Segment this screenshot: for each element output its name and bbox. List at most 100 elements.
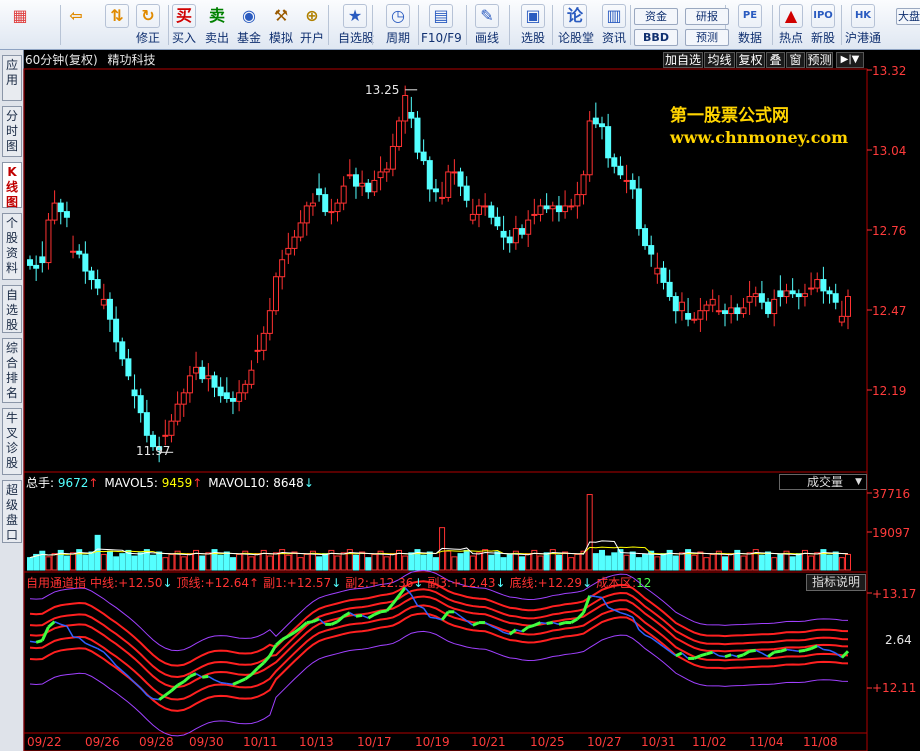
candle[interactable] [752, 286, 759, 307]
candle[interactable] [439, 181, 446, 205]
candle[interactable] [254, 334, 261, 364]
candle[interactable] [316, 173, 323, 202]
candle[interactable] [396, 116, 403, 151]
candle[interactable] [119, 337, 126, 366]
candle[interactable] [506, 230, 513, 253]
candle[interactable] [740, 297, 747, 318]
candle[interactable] [721, 303, 728, 327]
candle[interactable] [672, 292, 679, 324]
candle[interactable] [703, 300, 710, 321]
candle[interactable] [838, 300, 845, 327]
candle[interactable] [845, 289, 851, 330]
candle[interactable] [383, 162, 390, 182]
candle[interactable] [463, 176, 470, 208]
candle[interactable] [168, 414, 175, 443]
candle[interactable] [162, 419, 169, 446]
candle[interactable] [580, 170, 587, 205]
candle[interactable] [512, 215, 519, 250]
candle[interactable] [820, 266, 827, 304]
candle[interactable] [678, 292, 685, 321]
candle[interactable] [389, 133, 396, 177]
candle[interactable] [494, 207, 501, 230]
candle[interactable] [562, 190, 569, 219]
candle[interactable] [229, 391, 236, 415]
candle[interactable] [260, 326, 267, 361]
candle[interactable] [777, 275, 784, 307]
candle[interactable] [143, 399, 150, 443]
candle[interactable] [586, 111, 593, 182]
candle[interactable] [303, 201, 310, 236]
candle[interactable] [543, 193, 550, 214]
candle[interactable] [758, 280, 765, 310]
candle[interactable] [808, 272, 815, 296]
candle[interactable] [482, 193, 489, 216]
candle[interactable] [445, 164, 452, 202]
candle[interactable] [801, 283, 808, 307]
candle[interactable] [500, 215, 507, 250]
candle[interactable] [420, 139, 427, 165]
candle[interactable] [771, 289, 778, 327]
candle[interactable] [592, 102, 599, 129]
candle[interactable] [555, 196, 562, 222]
candle[interactable] [697, 297, 704, 332]
candle[interactable] [322, 187, 329, 216]
candle[interactable] [605, 113, 612, 168]
candle[interactable] [51, 190, 58, 225]
candle[interactable] [457, 167, 464, 197]
candle[interactable] [223, 377, 230, 403]
candle[interactable] [236, 380, 243, 412]
candle[interactable] [598, 116, 605, 140]
candle[interactable] [106, 292, 113, 332]
candle[interactable] [654, 252, 661, 284]
candle[interactable] [285, 232, 292, 264]
candle[interactable] [765, 297, 772, 318]
candle[interactable] [685, 297, 692, 327]
candle[interactable] [199, 360, 206, 383]
candle[interactable] [205, 363, 212, 392]
candle[interactable] [728, 295, 735, 324]
candle[interactable] [186, 365, 193, 403]
candle[interactable] [660, 261, 667, 290]
candle[interactable] [63, 201, 70, 228]
candle[interactable] [568, 198, 575, 211]
candle[interactable] [279, 249, 286, 290]
candle[interactable] [408, 96, 415, 129]
candle[interactable] [94, 269, 101, 296]
candle[interactable] [789, 278, 796, 298]
volume-indicator-select[interactable]: 成交量 ▼ [779, 474, 867, 490]
candle[interactable] [746, 280, 753, 315]
candle[interactable] [273, 272, 280, 315]
indicator-help-button[interactable]: 指标说明 [806, 574, 866, 591]
candle[interactable] [432, 179, 439, 202]
candle[interactable] [328, 198, 335, 225]
candle[interactable] [242, 380, 249, 400]
candle[interactable] [549, 201, 556, 222]
candle[interactable] [352, 167, 359, 199]
candle[interactable] [642, 224, 649, 250]
candle[interactable] [414, 111, 421, 160]
candle[interactable] [180, 388, 187, 417]
candle[interactable] [469, 198, 476, 225]
candle[interactable] [27, 255, 33, 270]
candle[interactable] [814, 272, 821, 293]
candle[interactable] [783, 283, 790, 304]
candle[interactable] [795, 289, 802, 310]
candle[interactable] [57, 198, 64, 225]
candle[interactable] [125, 348, 132, 381]
candle[interactable] [88, 266, 95, 290]
candle[interactable] [33, 255, 40, 281]
candle[interactable] [39, 241, 46, 273]
candle[interactable] [402, 85, 409, 134]
candle[interactable] [525, 210, 532, 247]
candle[interactable] [611, 153, 618, 174]
candle[interactable] [340, 176, 347, 211]
candle[interactable] [297, 210, 304, 242]
candle[interactable] [832, 283, 839, 310]
candle[interactable] [359, 170, 366, 197]
candle[interactable] [113, 306, 120, 352]
candle[interactable] [82, 241, 89, 284]
candle[interactable] [346, 159, 353, 180]
candle[interactable] [100, 283, 107, 310]
candle[interactable] [451, 159, 458, 185]
candle[interactable] [734, 303, 741, 321]
